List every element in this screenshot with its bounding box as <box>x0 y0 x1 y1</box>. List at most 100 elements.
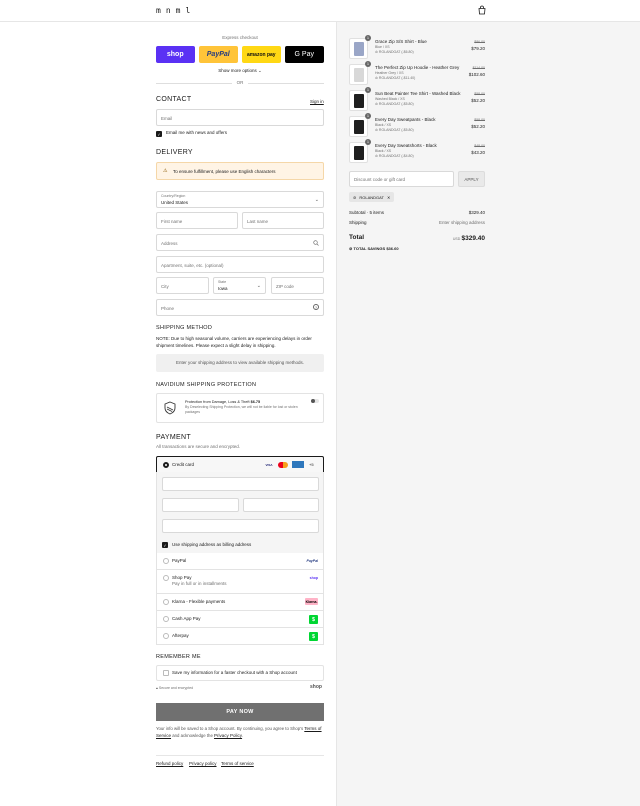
amex-icon <box>292 461 304 468</box>
cart-item: 1 Every Day Sweatshorts - Black Black / XS… <box>349 139 485 164</box>
legal-text: Your info will be saved to a Shop accoun… <box>156 726 322 738</box>
visa-icon: VISA <box>265 463 273 467</box>
product-price: $79.20 <box>471 46 485 51</box>
shipping-value: Enter shipping address <box>438 220 485 225</box>
credit-card-radio[interactable] <box>163 462 169 468</box>
google-pay-button[interactable]: G Pay <box>285 46 324 63</box>
total-value: $329.40 <box>461 235 486 242</box>
payment-heading: PAYMENT <box>156 434 191 441</box>
paypal-radio[interactable] <box>163 558 169 564</box>
product-name: Every Day Sweatshorts - Black <box>375 143 437 148</box>
privacy-policy-link[interactable]: Privacy policy <box>189 761 217 766</box>
paypal-label: PayPal <box>172 558 187 563</box>
klarna-label: Klarna - Flexible payments <box>172 599 226 604</box>
shop-pay-radio[interactable] <box>163 575 169 581</box>
quantity-badge: 1 <box>365 113 371 119</box>
discount-text: ROLANDGAT (-$4.80) <box>378 154 414 158</box>
shop-pay-option[interactable]: Shop Pay Pay in full or in installments … <box>156 570 324 594</box>
apply-button[interactable]: APPLY <box>458 171 485 187</box>
name-on-card-field[interactable] <box>162 519 319 533</box>
store-logo[interactable]: mnml <box>156 6 195 15</box>
amazon-pay-button[interactable]: amazon pay <box>242 46 281 63</box>
email-field[interactable]: Email <box>156 109 324 126</box>
cash-app-radio[interactable] <box>163 616 169 622</box>
klarna-option[interactable]: Klarna - Flexible payments Klarna. <box>156 594 324 611</box>
expiration-field[interactable] <box>162 498 239 512</box>
cash-app-label: Cash App Pay <box>172 616 201 621</box>
tag-icon: ⊘ <box>375 50 378 54</box>
billing-address-row: ✓ Use shipping address as billing addres… <box>156 538 324 554</box>
remove-code-icon[interactable]: ✕ <box>387 195 390 200</box>
product-variant: Blue / XS <box>375 45 390 49</box>
show-more-options-link[interactable]: Show more options ⌄ <box>156 68 324 74</box>
pay-now-button[interactable]: PAY NOW <box>156 703 324 721</box>
shop-pay-sub: Pay in full or in installments <box>172 581 227 586</box>
shipping-delay-note: NOTE: Due to high seasonal volume, carri… <box>156 336 312 348</box>
product-name: The Perfect Zip Up Hoodie - Heather Grey <box>375 65 460 70</box>
afterpay-option[interactable]: Afterpay $ <box>156 628 324 645</box>
save-info-row: Save my information for a faster checkou… <box>156 665 324 681</box>
country-label: Country/Region <box>161 194 186 198</box>
country-select[interactable]: Country/Region United States ⌄ <box>156 191 324 208</box>
cart-item: 1 The Perfect Zip Up Hoodie - Heather Gre… <box>349 61 485 86</box>
product-variant: Washed Black / XS <box>375 97 405 101</box>
last-name-field[interactable]: Last name <box>242 212 324 229</box>
shipping-label: Shipping <box>349 220 367 225</box>
cash-app-option[interactable]: Cash App Pay $ <box>156 611 324 628</box>
quantity-badge: 1 <box>365 139 371 145</box>
more-cards-badge: +5 <box>309 462 314 467</box>
search-icon <box>313 240 319 246</box>
terms-of-service-link[interactable]: Terms of service <box>221 761 254 766</box>
billing-same-checkbox[interactable]: ✓ <box>162 542 168 548</box>
help-icon[interactable]: ? <box>313 304 319 310</box>
paypal-button[interactable]: PayPal <box>199 46 238 63</box>
afterpay-radio[interactable] <box>163 633 169 639</box>
total-row: Total USD $329.40 <box>349 234 486 242</box>
save-info-checkbox[interactable] <box>163 670 169 676</box>
protection-toggle[interactable] <box>311 399 319 403</box>
shipping-methods-placeholder: Enter your shipping address to view avai… <box>156 354 324 372</box>
shield-icon <box>164 401 176 415</box>
discount-code-field[interactable]: Discount code or gift card <box>349 171 454 187</box>
cart-item: 1 Sun Beat Painter Tee Shirt - Washed Bla… <box>349 87 485 112</box>
security-code-field[interactable] <box>243 498 319 512</box>
shopping-bag-icon[interactable] <box>477 5 487 15</box>
sign-in-link[interactable]: Sign in <box>310 99 324 104</box>
discount-text: ROLANDGAT (-$5.80) <box>378 102 414 106</box>
city-field[interactable]: City <box>156 277 209 294</box>
product-name: Sun Beat Painter Tee Shirt - Washed Blac… <box>375 91 461 96</box>
credit-card-option[interactable]: Credit card VISA +5 <box>156 456 324 473</box>
shipping-protection-heading: NAVIDIUM SHIPPING PROTECTION <box>156 382 257 388</box>
currency-label: USD <box>452 237 461 241</box>
refund-policy-link[interactable]: Refund policy <box>156 761 183 766</box>
save-info-label: Save my information for a faster checkou… <box>172 670 297 675</box>
discount-text: ROLANDGAT (-$11.40) <box>378 76 416 80</box>
zip-field[interactable]: ZIP code <box>271 277 324 294</box>
delivery-heading: DELIVERY <box>156 149 193 156</box>
paypal-option[interactable]: PayPal PayPal <box>156 553 324 570</box>
email-news-label: Email me with news and offers <box>166 130 227 135</box>
klarna-logo-icon: Klarna. <box>305 598 318 605</box>
privacy-link[interactable]: Privacy Policy <box>214 733 242 738</box>
shop-pay-button[interactable]: shop <box>156 46 195 63</box>
email-news-checkbox[interactable]: ✓ <box>156 131 162 137</box>
legal-middle: and acknowledge the <box>172 732 213 738</box>
tag-icon: ⊘ <box>375 154 378 158</box>
secure-text: Secure and encrypted <box>158 686 194 690</box>
header: mnml <box>0 0 640 22</box>
phone-field[interactable]: Phone ? <box>156 299 324 316</box>
shop-logo-icon: shop <box>309 575 318 580</box>
klarna-radio[interactable] <box>163 599 169 605</box>
cart-item: 1 Grace Zip S/S Shirt - Blue Blue / XS ⊘ RO… <box>349 35 485 60</box>
paypal-logo-icon: PayPal <box>306 558 318 563</box>
first-name-field[interactable]: First name <box>156 212 238 229</box>
tag-icon: ⊘ <box>375 102 378 106</box>
card-number-field[interactable] <box>162 477 319 491</box>
state-select[interactable]: State Iowa ⌄ <box>213 277 266 294</box>
quantity-badge: 1 <box>365 35 371 41</box>
product-price: $52.20 <box>471 98 485 103</box>
english-characters-notice: ⚠ To ensure fulfillment, please use Engl… <box>156 162 324 180</box>
shipping-row: Shipping Enter shipping address <box>349 220 485 225</box>
address-field[interactable]: Address <box>156 234 324 251</box>
apartment-field[interactable]: Apartment, suite, etc. (optional) <box>156 256 324 273</box>
